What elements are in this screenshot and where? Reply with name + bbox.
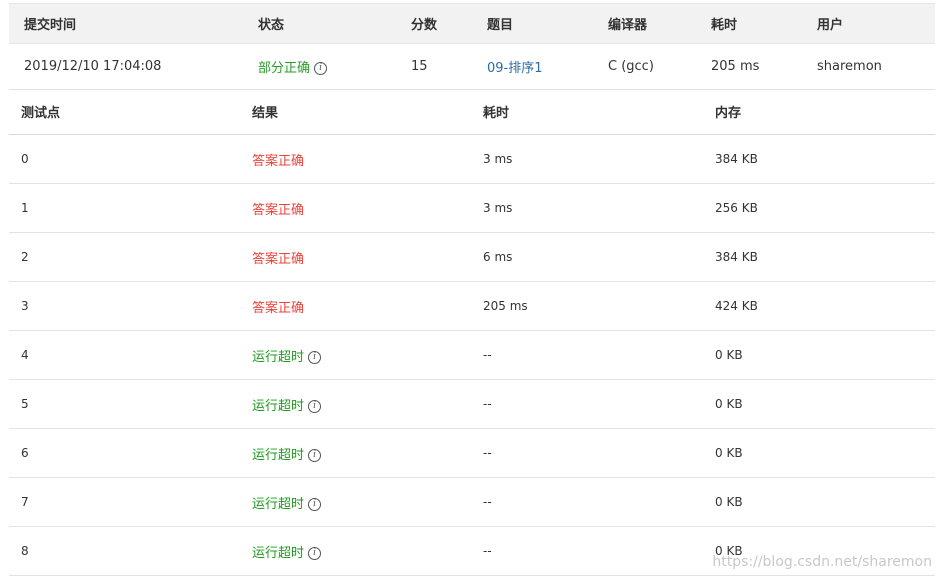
submission-status: 部分正确 i <box>242 57 395 76</box>
test-point-id: 3 <box>21 299 29 313</box>
test-case-header-row: 测试点 结果 耗时 内存 <box>9 89 935 135</box>
header-result: 结果 <box>252 106 279 121</box>
header-case-time: 耗时 <box>483 106 510 121</box>
test-result-text: 答案正确 <box>252 300 305 316</box>
header-submit-time: 提交时间 <box>24 18 77 33</box>
test-point-id: 4 <box>21 348 29 362</box>
watermark: https://blog.csdn.net/sharemon <box>712 554 932 570</box>
test-point-id: 6 <box>21 446 29 460</box>
table-row: 1 答案正确 3 ms 256 KB <box>9 184 935 233</box>
test-result: 运行超时 i <box>240 346 471 365</box>
info-circle-icon[interactable]: i <box>308 497 322 511</box>
header-compiler: 编译器 <box>608 18 648 33</box>
info-circle-icon[interactable]: i <box>314 62 328 75</box>
test-time: -- <box>483 495 492 509</box>
test-time: -- <box>483 544 492 558</box>
test-time: -- <box>483 446 492 460</box>
info-circle-icon[interactable]: i <box>308 350 322 364</box>
test-memory: 0 KB <box>715 397 743 411</box>
header-user: 用户 <box>817 18 844 33</box>
info-circle-icon[interactable]: i <box>308 448 322 462</box>
status-text: 部分正确 <box>258 61 311 76</box>
submission-score: 15 <box>411 59 428 74</box>
header-score: 分数 <box>411 18 438 33</box>
test-point-id: 7 <box>21 495 29 509</box>
test-time: -- <box>483 348 492 362</box>
compiler: C (gcc) <box>608 59 654 74</box>
test-result: 运行超时 i <box>240 542 471 561</box>
test-result: 答案正确 <box>240 248 471 267</box>
test-memory: 384 KB <box>715 152 758 166</box>
test-case-rows: 0 答案正确 3 ms 384 KB 1 答案正确 3 ms 256 KB 2 答案正确 6 ms 3… <box>9 135 935 576</box>
test-memory: 0 KB <box>715 446 743 460</box>
test-result: 答案正确 <box>240 297 471 316</box>
test-result: 答案正确 <box>240 199 471 218</box>
test-memory: 256 KB <box>715 201 758 215</box>
test-memory: 0 KB <box>715 495 743 509</box>
header-status: 状态 <box>258 18 285 33</box>
time-used: 205 ms <box>711 59 760 74</box>
submission-table: 提交时间 状态 分数 题目 编译器 耗时 用户 2019/12/10 17:04… <box>9 3 935 90</box>
submit-time: 2019/12/10 17:04:08 <box>24 59 162 74</box>
info-circle-icon[interactable]: i <box>308 546 322 560</box>
submission-row: 2019/12/10 17:04:08 部分正确 i 15 09-排序1 C (g… <box>9 44 935 90</box>
test-memory: 384 KB <box>715 250 758 264</box>
test-result-text: 运行超时 <box>252 398 305 414</box>
table-row: 3 答案正确 205 ms 424 KB <box>9 282 935 331</box>
table-row: 7 运行超时 i -- 0 KB <box>9 478 935 527</box>
test-time: 3 ms <box>483 152 513 166</box>
test-result-text: 答案正确 <box>252 251 305 267</box>
test-result-text: 运行超时 <box>252 349 305 365</box>
test-time: 205 ms <box>483 299 528 313</box>
table-row: 0 答案正确 3 ms 384 KB <box>9 135 935 184</box>
test-point-id: 5 <box>21 397 29 411</box>
header-time-used: 耗时 <box>711 18 738 33</box>
table-row: 5 运行超时 i -- 0 KB <box>9 380 935 429</box>
table-row: 4 运行超时 i -- 0 KB <box>9 331 935 380</box>
problem-link-text[interactable]: 09-排序1 <box>487 61 543 76</box>
test-result-text: 运行超时 <box>252 447 305 463</box>
test-time: 6 ms <box>483 250 513 264</box>
test-result-text: 答案正确 <box>252 153 305 169</box>
test-result: 运行超时 i <box>240 444 471 463</box>
test-result-text: 运行超时 <box>252 545 305 561</box>
test-result: 运行超时 i <box>240 395 471 414</box>
problem-link[interactable]: 09-排序1 <box>471 57 592 76</box>
test-point-id: 1 <box>21 201 29 215</box>
test-point-id: 2 <box>21 250 29 264</box>
test-time: -- <box>483 397 492 411</box>
test-result: 答案正确 <box>240 150 471 169</box>
test-case-table: 测试点 结果 耗时 内存 0 答案正确 3 ms 384 KB 1 答案正确 3 ms 256… <box>9 89 935 576</box>
test-point-id: 8 <box>21 544 29 558</box>
test-result: 运行超时 i <box>240 493 471 512</box>
test-memory: 424 KB <box>715 299 758 313</box>
user-name: sharemon <box>817 59 882 74</box>
table-row: 2 答案正确 6 ms 384 KB <box>9 233 935 282</box>
header-test-point: 测试点 <box>21 106 61 121</box>
test-memory: 0 KB <box>715 348 743 362</box>
header-memory: 内存 <box>715 106 742 121</box>
test-result-text: 运行超时 <box>252 496 305 512</box>
test-time: 3 ms <box>483 201 513 215</box>
table-row: 6 运行超时 i -- 0 KB <box>9 429 935 478</box>
submission-header-row: 提交时间 状态 分数 题目 编译器 耗时 用户 <box>9 3 935 44</box>
header-problem: 题目 <box>487 18 514 33</box>
info-circle-icon[interactable]: i <box>308 399 322 413</box>
test-result-text: 答案正确 <box>252 202 305 218</box>
test-point-id: 0 <box>21 152 29 166</box>
